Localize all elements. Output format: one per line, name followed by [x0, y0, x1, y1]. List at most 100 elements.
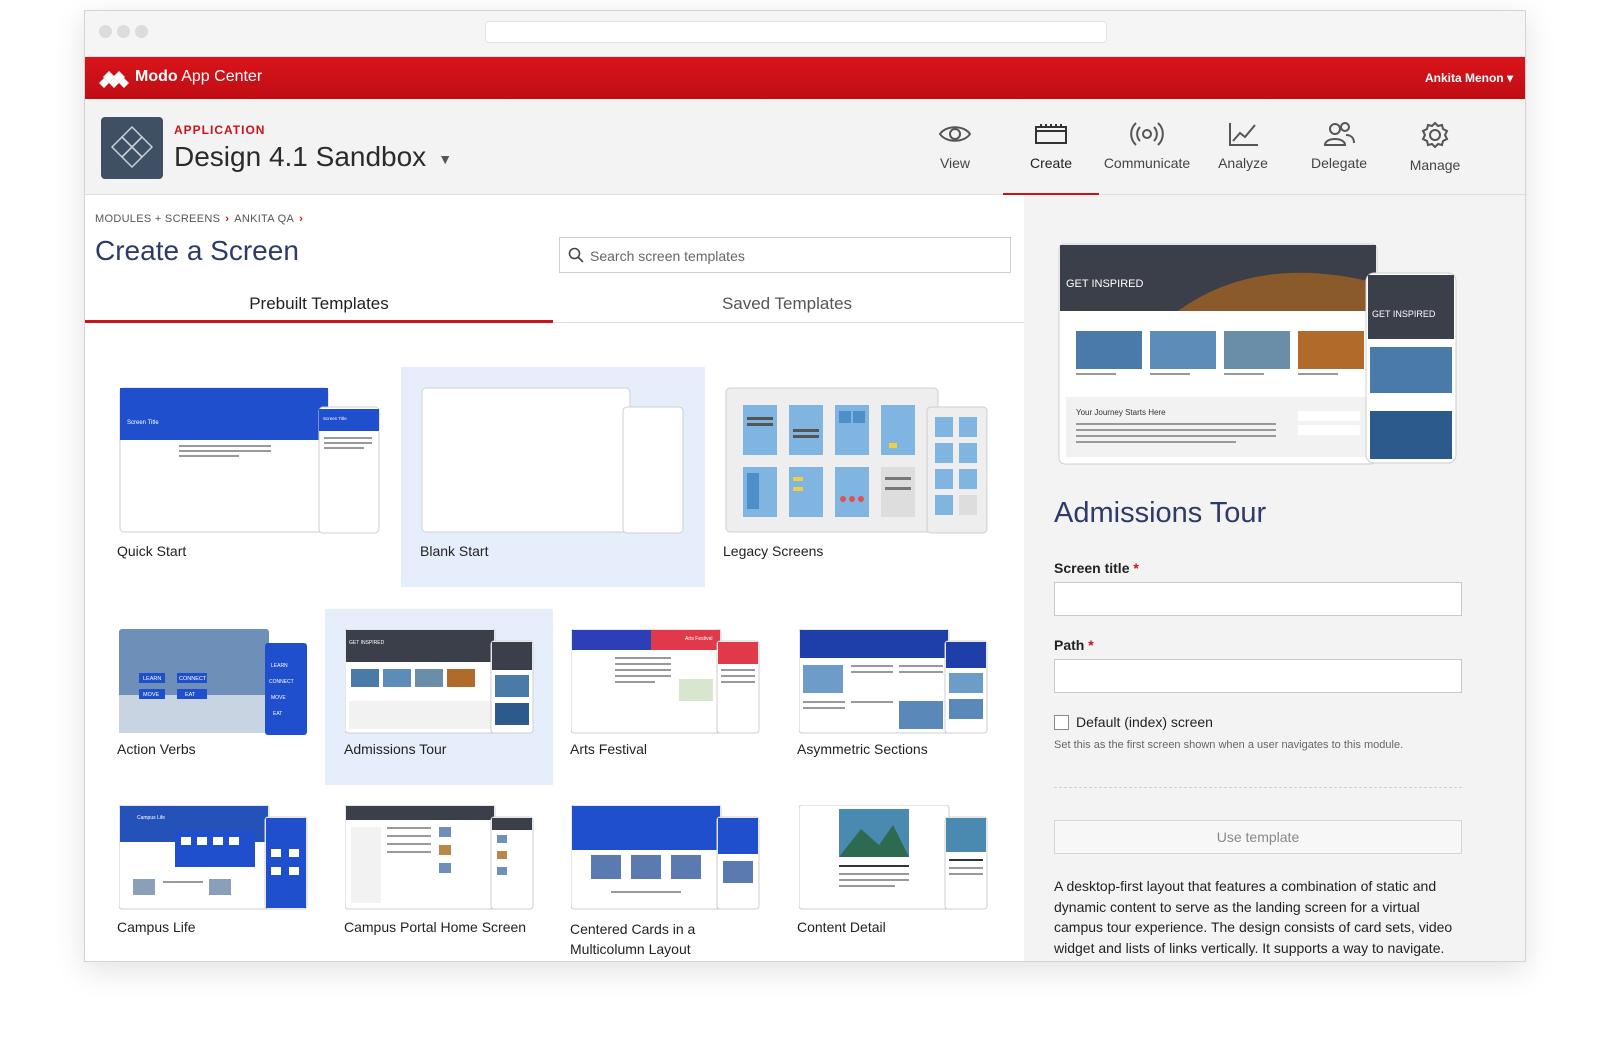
browser-window: Modo App Center Ankita Menon ▾ APPLICATI… — [84, 10, 1526, 962]
template-card-legacy-screens[interactable]: Legacy Screens — [709, 367, 1013, 587]
svg-text:Screen Title: Screen Title — [127, 420, 159, 426]
app-icon — [101, 117, 163, 179]
path-field[interactable] — [1054, 659, 1462, 693]
template-label: Campus Life — [117, 919, 196, 935]
template-card-campus-life[interactable]: Campus Life Campus Life — [95, 789, 325, 961]
browser-chrome — [85, 11, 1525, 57]
admissions-tour-thumbnail: GET INSPIRED — [345, 629, 534, 734]
template-card-quick-start[interactable]: Screen Title Screen Title Quick Start — [95, 367, 397, 587]
window-close-dot[interactable] — [99, 25, 112, 38]
template-label: Action Verbs — [117, 741, 196, 757]
svg-text:CONNECT: CONNECT — [269, 679, 294, 685]
broadcast-icon — [1130, 122, 1164, 146]
svg-text:Your Journey Starts Here: Your Journey Starts Here — [1076, 408, 1166, 417]
template-card-asymmetric-sections[interactable]: Asymmetric Sections — [781, 609, 1013, 785]
nav-communicate[interactable]: Communicate — [1099, 99, 1195, 195]
template-card-campus-portal[interactable]: Campus Portal Home Screen — [325, 789, 553, 961]
path-label: Path * — [1054, 637, 1094, 653]
svg-text:EAT: EAT — [273, 711, 282, 717]
nav-create[interactable]: Create — [1003, 99, 1099, 196]
chevron-down-icon: ▼ — [438, 150, 453, 167]
top-bar: Modo App Center Ankita Menon ▾ — [85, 57, 1525, 99]
address-bar[interactable] — [485, 21, 1107, 43]
default-screen-help: Set this as the first screen shown when … — [1054, 739, 1404, 751]
section-divider — [1054, 787, 1462, 788]
legacy-screens-thumbnail — [725, 387, 988, 534]
search-input[interactable]: Search screen templates — [559, 237, 1011, 273]
create-icon — [1035, 124, 1067, 144]
chevron-right-icon: › — [225, 213, 230, 225]
users-icon — [1323, 122, 1355, 146]
svg-text:LEARN: LEARN — [143, 676, 161, 682]
template-label: Legacy Screens — [723, 543, 824, 559]
action-verbs-thumbnail: LEARN CONNECT MOVE EAT LEARN CONNECT MOV… — [119, 629, 307, 735]
admissions-tour-preview: GET INSPIRED Your Journey Starts Here GE… — [1058, 243, 1457, 465]
template-card-centered-cards[interactable]: Centered Cards in a Multicolumn Layout — [553, 789, 781, 961]
brand-name[interactable]: Modo App Center — [135, 68, 262, 86]
svg-text:MOVE: MOVE — [143, 692, 160, 698]
nav-analyze[interactable]: Analyze — [1195, 99, 1291, 195]
nav-delegate[interactable]: Delegate — [1291, 99, 1387, 195]
arts-festival-thumbnail: Arts Festival — [571, 629, 760, 734]
quick-start-thumbnail: Screen Title Screen Title — [119, 387, 380, 534]
template-card-content-detail[interactable]: Content Detail — [781, 789, 1013, 961]
eye-icon — [938, 126, 972, 142]
app-switcher[interactable]: Design 4.1 Sandbox ▼ — [174, 141, 452, 173]
breadcrumb: MODULES + SCREENS › ANKITA QA › — [95, 213, 308, 225]
template-browser: MODULES + SCREENS › ANKITA QA › Create a Sc… — [85, 195, 1024, 961]
template-card-arts-festival[interactable]: Arts Festival Arts Festival — [553, 609, 781, 785]
svg-text:GET INSPIRED: GET INSPIRED — [1066, 278, 1143, 290]
svg-text:GET INSPIRED: GET INSPIRED — [1372, 309, 1436, 319]
campus-portal-thumbnail — [345, 805, 534, 910]
gear-icon — [1421, 121, 1449, 149]
breadcrumb-module[interactable]: ANKITA QA — [234, 213, 294, 225]
template-label: Asymmetric Sections — [797, 741, 928, 757]
template-label: Centered Cards in a Multicolumn Layout — [570, 921, 696, 957]
template-label: Arts Festival — [570, 741, 648, 757]
template-label: Campus Portal Home Screen — [344, 919, 527, 935]
svg-text:CONNECT: CONNECT — [179, 676, 207, 682]
template-label: Content Detail — [797, 919, 886, 935]
screen-title-field[interactable] — [1054, 582, 1462, 616]
template-detail-panel: GET INSPIRED Your Journey Starts Here GE… — [1024, 195, 1525, 961]
svg-text:Arts Festival: Arts Festival — [685, 636, 713, 642]
chevron-right-icon: › — [299, 213, 304, 225]
search-icon — [568, 247, 584, 263]
template-card-blank-start[interactable]: Blank Start — [401, 367, 705, 587]
svg-text:Screen Title: Screen Title — [323, 416, 347, 421]
template-label: Admissions Tour — [344, 741, 447, 757]
asymmetric-sections-thumbnail — [799, 629, 988, 734]
svg-text:Campus Life: Campus Life — [137, 815, 165, 821]
user-menu[interactable]: Ankita Menon ▾ — [1425, 71, 1513, 85]
window-minimize-dot[interactable] — [117, 25, 130, 38]
template-label: Quick Start — [117, 543, 187, 559]
blank-start-thumbnail — [421, 387, 684, 534]
nav-manage[interactable]: Manage — [1387, 99, 1483, 195]
screen-title-label: Screen title * — [1054, 560, 1139, 576]
tab-prebuilt[interactable]: Prebuilt Templates — [85, 287, 553, 323]
breadcrumb-modules[interactable]: MODULES + SCREENS — [95, 213, 220, 225]
default-screen-checkbox[interactable] — [1054, 715, 1069, 730]
page-title: Create a Screen — [95, 235, 299, 266]
tab-saved[interactable]: Saved Templates — [553, 287, 1021, 323]
detail-title: Admissions Tour — [1054, 497, 1267, 529]
app-label: APPLICATION — [174, 123, 266, 137]
use-template-button[interactable]: Use template — [1054, 820, 1462, 854]
template-card-action-verbs[interactable]: LEARN CONNECT MOVE EAT LEARN CONNECT MOV… — [95, 609, 325, 785]
window-zoom-dot[interactable] — [135, 25, 148, 38]
chart-icon — [1229, 123, 1258, 146]
application-header: APPLICATION Design 4.1 Sandbox ▼ View Cre… — [85, 99, 1525, 196]
campus-life-thumbnail: Campus Life — [119, 805, 308, 910]
svg-text:EAT: EAT — [185, 692, 196, 698]
template-card-admissions-tour[interactable]: GET INSPIRED Admissions Tour — [325, 609, 553, 785]
template-tabs: Prebuilt Templates Saved Templates — [85, 287, 1024, 323]
svg-text:LEARN: LEARN — [271, 663, 288, 669]
template-label: Blank Start — [420, 543, 489, 559]
svg-text:MOVE: MOVE — [271, 695, 286, 701]
default-screen-label[interactable]: Default (index) screen — [1076, 714, 1213, 730]
svg-text:GET INSPIRED: GET INSPIRED — [349, 640, 385, 646]
centered-cards-thumbnail — [571, 805, 760, 910]
nav-view[interactable]: View — [907, 99, 1003, 195]
modo-logo-icon — [99, 71, 129, 88]
template-description: A desktop-first layout that features a c… — [1054, 878, 1453, 961]
